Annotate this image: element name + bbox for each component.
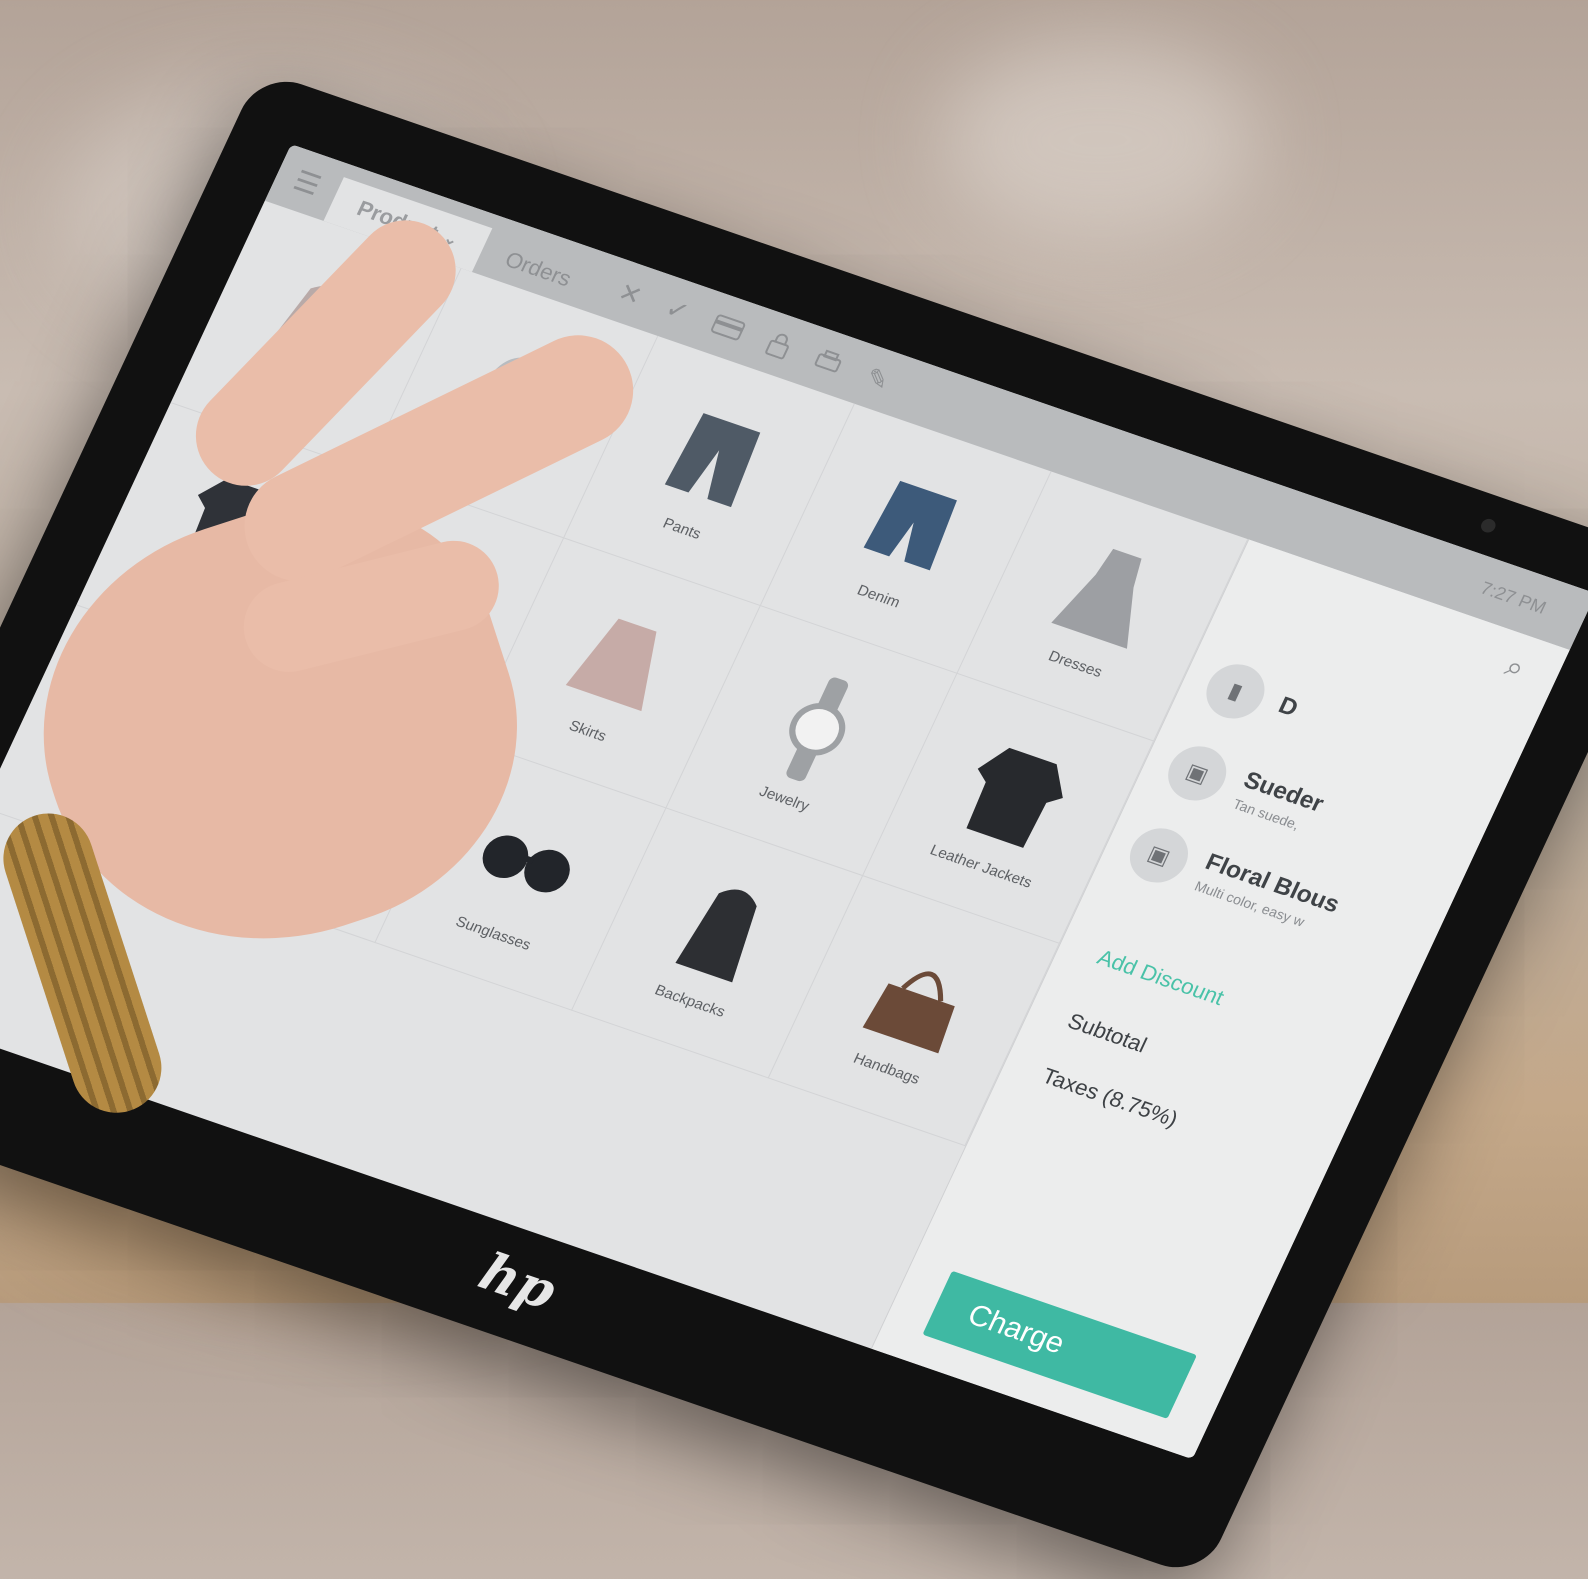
line-item-name: D — [1274, 691, 1303, 723]
charge-button[interactable]: Charge — [922, 1270, 1198, 1419]
add-discount-link[interactable]: Add Discount — [1093, 945, 1228, 1011]
denim-icon — [863, 480, 957, 571]
line-item-text: D — [1272, 692, 1302, 727]
line-item-text: Sueder Tan suede, — [1230, 767, 1327, 837]
line-item-text: Floral Blous Multi color, easy w — [1192, 849, 1344, 938]
background-blur — [940, 40, 1260, 240]
print-icon[interactable] — [811, 347, 846, 377]
camera — [1478, 517, 1498, 535]
shirt-icon: ▣ — [1120, 820, 1198, 891]
subtotal-label: Subtotal — [1063, 1008, 1151, 1058]
jacket-icon: ▣ — [1158, 738, 1236, 809]
pants-icon: ▮ — [1197, 656, 1274, 727]
dress-icon — [1050, 548, 1142, 649]
lock-icon[interactable] — [764, 330, 796, 361]
category-label: Denim — [854, 581, 903, 612]
search-icon[interactable]: ⌕ — [1500, 650, 1530, 686]
taxes-label: Taxes (8.75%) — [1038, 1062, 1182, 1132]
edit-icon[interactable]: ✎ — [861, 361, 894, 396]
hp-logo: hp — [470, 1241, 567, 1322]
